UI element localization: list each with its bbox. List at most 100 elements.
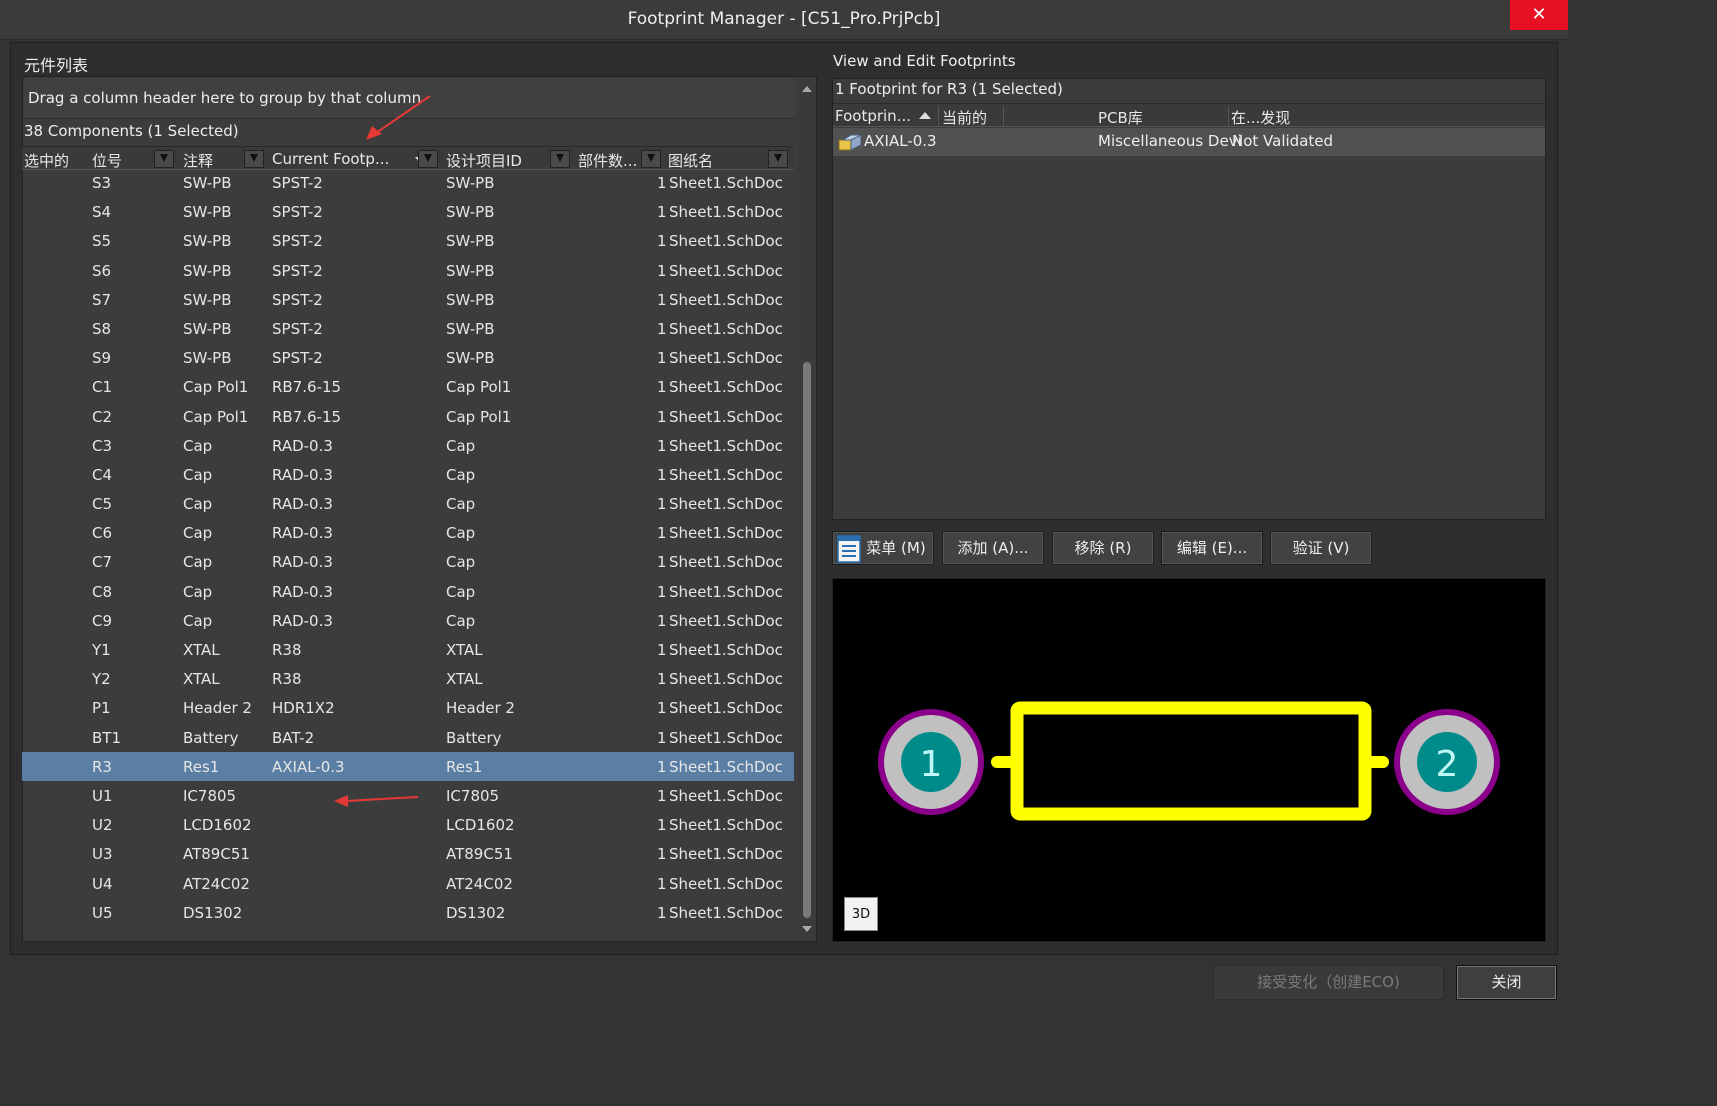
footprint-count: 1 Footprint for R3 (1 Selected): [835, 80, 1063, 98]
pad-2-label: 2: [1436, 744, 1459, 785]
footprint-found-status: Not Validated: [1232, 132, 1334, 150]
sheet-cell: Sheet1.SchDoc: [669, 378, 783, 397]
footprint-cell: R38: [272, 670, 302, 689]
group-by-area[interactable]: Drag a column header here to group by th…: [24, 78, 794, 119]
part-count-cell: 1: [657, 903, 667, 922]
table-row[interactable]: C9 Cap RAD-0.3 Cap 1 Sheet1.SchDoc: [22, 606, 794, 635]
footprint-preview[interactable]: 1 2: [832, 578, 1546, 942]
table-row[interactable]: C6 Cap RAD-0.3 Cap 1 Sheet1.SchDoc: [22, 518, 794, 547]
filter-icon[interactable]: [550, 150, 570, 168]
filter-icon[interactable]: [244, 150, 264, 168]
comment-cell: Cap: [183, 553, 213, 572]
table-row[interactable]: C7 Cap RAD-0.3 Cap 1 Sheet1.SchDoc: [22, 547, 794, 576]
table-row[interactable]: S4 SW-PB SPST-2 SW-PB 1 Sheet1.SchDoc: [22, 197, 794, 226]
accept-changes-button[interactable]: 接受变化（创建ECO): [1213, 965, 1444, 1000]
scroll-up-icon[interactable]: [802, 86, 812, 92]
sheet-cell: Sheet1.SchDoc: [669, 203, 783, 222]
footprint-cell: RAD-0.3: [272, 553, 333, 572]
table-row[interactable]: C4 Cap RAD-0.3 Cap 1 Sheet1.SchDoc: [22, 460, 794, 489]
part-count-cell: 1: [657, 786, 667, 805]
design-item-cell: DS1302: [446, 903, 506, 922]
footprint-library: Miscellaneous Devi: [1098, 132, 1242, 150]
table-row[interactable]: R3 Res1 AXIAL-0.3 Res1 1 Sheet1.SchDoc: [22, 751, 794, 781]
table-row[interactable]: S8 SW-PB SPST-2 SW-PB 1 Sheet1.SchDoc: [22, 314, 794, 343]
table-row[interactable]: S3 SW-PB SPST-2 SW-PB 1 Sheet1.SchDoc: [22, 168, 794, 197]
footprint-cell: AXIAL-0.3: [272, 757, 345, 776]
part-count-cell: 1: [657, 203, 667, 222]
col-pcb-lib[interactable]: PCB库: [1098, 107, 1143, 128]
table-row[interactable]: C1 Cap Pol1 RB7.6-15 Cap Pol1 1 Sheet1.SchDoc: [22, 372, 794, 401]
part-count-cell: 1: [657, 495, 667, 514]
validate-button[interactable]: 验证 (V): [1270, 531, 1372, 565]
table-row[interactable]: C5 Cap RAD-0.3 Cap 1 Sheet1.SchDoc: [22, 489, 794, 518]
close-button[interactable]: 关闭: [1456, 965, 1557, 1000]
design-item-cell: Cap: [446, 465, 476, 484]
filter-icon[interactable]: [768, 150, 788, 168]
table-row[interactable]: U2 LCD1602 LCD1602 1 Sheet1.SchDoc: [22, 810, 794, 839]
close-icon[interactable]: ✕: [1510, 0, 1568, 30]
col-current[interactable]: 当前的: [942, 107, 987, 128]
remove-button[interactable]: 移除 (R): [1052, 531, 1154, 565]
part-count-cell: 1: [657, 407, 667, 426]
table-row[interactable]: C2 Cap Pol1 RB7.6-15 Cap Pol1 1 Sheet1.SchDoc: [22, 402, 794, 431]
table-row[interactable]: Y2 XTAL R38 XTAL 1 Sheet1.SchDoc: [22, 664, 794, 693]
table-row[interactable]: C3 Cap RAD-0.3 Cap 1 Sheet1.SchDoc: [22, 431, 794, 460]
design-item-cell: Header 2: [446, 699, 515, 718]
comment-cell: Cap: [183, 611, 213, 630]
component-list-scrollbar[interactable]: [798, 78, 816, 940]
table-row[interactable]: P1 Header 2 HDR1X2 Header 2 1 Sheet1.SchDoc: [22, 693, 794, 722]
designator-cell: C8: [92, 582, 113, 601]
design-item-cell: IC7805: [446, 786, 500, 805]
part-count-cell: 1: [657, 670, 667, 689]
table-row[interactable]: U3 AT89C51 AT89C51 1 Sheet1.SchDoc: [22, 839, 794, 868]
scroll-down-icon[interactable]: [802, 926, 812, 932]
window-title: Footprint Manager - [C51_Pro.PrjPcb]: [627, 9, 941, 29]
part-count-cell: 1: [657, 757, 667, 776]
footprints-title: View and Edit Footprints: [833, 52, 1016, 70]
table-row[interactable]: S5 SW-PB SPST-2 SW-PB 1 Sheet1.SchDoc: [22, 226, 794, 255]
footprint-cell: RAD-0.3: [272, 582, 333, 601]
table-row[interactable]: C8 Cap RAD-0.3 Cap 1 Sheet1.SchDoc: [22, 577, 794, 606]
sheet-cell: Sheet1.SchDoc: [669, 319, 783, 338]
footprint-cell: BAT-2: [272, 728, 315, 747]
designator-cell: S7: [92, 290, 112, 309]
table-row[interactable]: U5 DS1302 DS1302 1 Sheet1.SchDoc: [22, 898, 794, 927]
design-item-cell: SW-PB: [446, 319, 495, 338]
designator-cell: C7: [92, 553, 113, 572]
table-row[interactable]: S6 SW-PB SPST-2 SW-PB 1 Sheet1.SchDoc: [22, 256, 794, 285]
filter-icon[interactable]: [418, 150, 438, 168]
design-item-cell: Cap: [446, 611, 476, 630]
part-count-cell: 1: [657, 378, 667, 397]
part-count-cell: 1: [657, 611, 667, 630]
sheet-cell: Sheet1.SchDoc: [669, 786, 783, 805]
footprint-cell: SPST-2: [272, 261, 323, 280]
col-found-in[interactable]: 在...发现: [1231, 107, 1290, 128]
table-row[interactable]: BT1 Battery BAT-2 Battery 1 Sheet1.SchDoc: [22, 723, 794, 752]
comment-cell: XTAL: [183, 670, 220, 689]
table-row[interactable]: S7 SW-PB SPST-2 SW-PB 1 Sheet1.SchDoc: [22, 285, 794, 314]
sheet-cell: Sheet1.SchDoc: [669, 611, 783, 630]
comment-cell: Header 2: [183, 699, 252, 718]
filter-icon[interactable]: [154, 150, 174, 168]
design-item-cell: XTAL: [446, 641, 483, 659]
col-current-footprint[interactable]: Current Footp...: [272, 150, 389, 168]
table-row[interactable]: U4 AT24C02 AT24C02 1 Sheet1.SchDoc: [22, 869, 794, 898]
3d-view-button[interactable]: 3D: [844, 897, 878, 931]
table-row[interactable]: U1 IC7805 IC7805 1 Sheet1.SchDoc: [22, 781, 794, 810]
edit-button[interactable]: 编辑 (E)...: [1161, 531, 1263, 565]
add-button[interactable]: 添加 (A)...: [942, 531, 1044, 565]
comment-cell: SW-PB: [183, 232, 232, 251]
sheet-cell: Sheet1.SchDoc: [669, 465, 783, 484]
table-row[interactable]: Y1 XTAL R38 XTAL 1 Sheet1.SchDoc: [22, 635, 794, 664]
menu-button[interactable]: 菜单 (M): [832, 531, 934, 565]
designator-cell: S5: [92, 232, 112, 251]
footprint-row[interactable]: AXIAL-0.3 Miscellaneous Devi Not Validat…: [833, 128, 1545, 156]
part-count-cell: 1: [657, 436, 667, 455]
scrollbar-thumb[interactable]: [803, 362, 811, 918]
design-item-cell: SW-PB: [446, 290, 495, 309]
filter-icon[interactable]: [641, 150, 661, 168]
designator-cell: C1: [92, 378, 113, 397]
table-row[interactable]: S9 SW-PB SPST-2 SW-PB 1 Sheet1.SchDoc: [22, 343, 794, 372]
designator-cell: U1: [92, 786, 113, 805]
col-footprint[interactable]: Footprin...: [835, 107, 911, 125]
